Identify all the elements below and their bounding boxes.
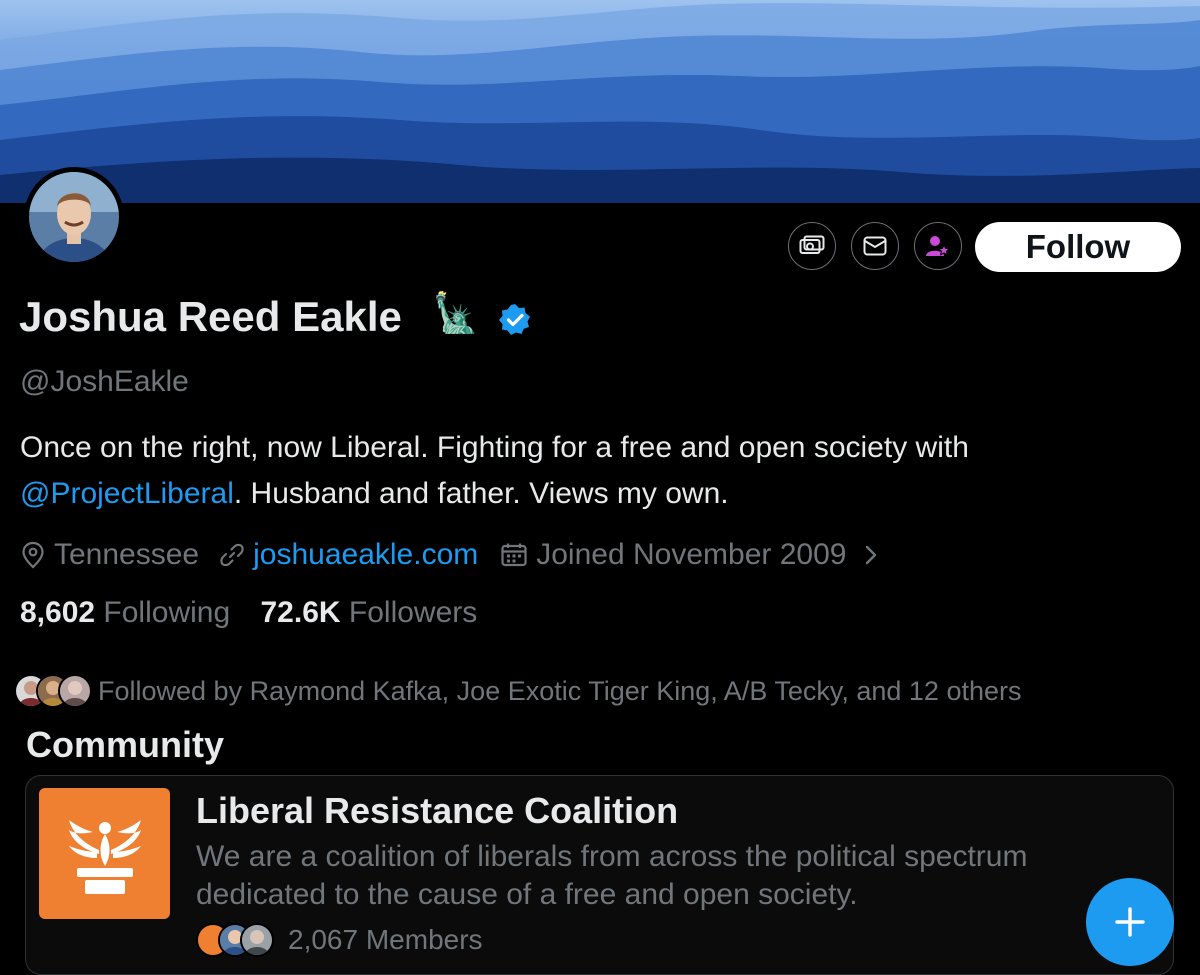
community-members: 2,067 Members <box>196 920 483 960</box>
joined-item[interactable]: Joined November 2009 <box>500 538 890 572</box>
message-icon <box>863 236 887 256</box>
bio-mention-link[interactable]: @ProjectLiberal <box>20 477 234 510</box>
following-count: 8,602 <box>20 596 96 629</box>
plus-icon <box>1115 907 1145 937</box>
subscribe-button[interactable] <box>914 222 962 270</box>
location-item: Tennessee <box>20 538 199 572</box>
chevron-right-icon[interactable] <box>860 542 882 568</box>
calendar-icon <box>501 543 527 567</box>
followers-label: Followers <box>348 596 478 629</box>
followers-count: 72.6K <box>260 596 341 629</box>
follow-button[interactable]: Follow <box>975 222 1181 272</box>
profile-meta: Tennessee joshuaeakle.com Joined Novembe… <box>20 533 890 577</box>
verified-badge[interactable] <box>497 302 533 343</box>
compose-button[interactable] <box>1086 878 1174 966</box>
community-description: We are a coalition of liberals from acro… <box>196 840 1028 911</box>
community-name[interactable]: Liberal Resistance Coalition <box>196 790 678 832</box>
members-count-text: 2,067 Members <box>288 924 483 955</box>
bio-text: Once on the right, now Liberal. Fighting… <box>20 431 969 464</box>
website-link[interactable]: joshuaeakle.com <box>253 538 478 572</box>
bio-text-end: . Husband and father. Views my own. <box>233 477 729 510</box>
following-link[interactable]: 8,602 Following <box>20 596 230 629</box>
phoenix-logo-icon <box>68 819 141 894</box>
member-avatar <box>240 923 274 957</box>
followers-link[interactable]: 72.6K Followers <box>261 596 478 629</box>
profile-handle: @JoshEakle <box>20 365 189 398</box>
following-label: Following <box>103 596 231 629</box>
followed-by[interactable]: Followed by Raymond Kafka, Joe Exotic Ti… <box>14 670 1021 712</box>
location-pin-icon <box>22 541 44 569</box>
followed-by-text: Followed by Raymond Kafka, Joe Exotic Ti… <box>98 675 1022 706</box>
subscribe-money-icon <box>799 235 825 254</box>
community-section-title: Community <box>26 724 224 765</box>
verified-badge-icon <box>499 304 530 335</box>
joined-text: Joined November 2009 <box>536 538 847 571</box>
follower-avatar <box>58 674 92 708</box>
profile-avatar[interactable] <box>24 167 124 267</box>
subscription-star-icon <box>926 236 951 256</box>
profile-banner[interactable] <box>0 0 1200 203</box>
location-text: Tennessee <box>54 538 200 571</box>
link-icon <box>220 543 244 567</box>
mountains-image <box>0 3 1200 203</box>
follow-stats: 8,602 Following 72.6K Followers <box>20 596 477 630</box>
profile-name: Joshua Reed Eakle <box>19 293 402 340</box>
message-button[interactable] <box>851 222 899 270</box>
community-logo <box>39 788 170 919</box>
subscribe-money-button[interactable] <box>788 222 836 270</box>
statue-of-liberty-emoji: 🗽 <box>432 293 480 335</box>
website-item[interactable]: joshuaeakle.com <box>219 538 478 572</box>
profile-bio: Once on the right, now Liberal. Fighting… <box>20 425 1190 517</box>
